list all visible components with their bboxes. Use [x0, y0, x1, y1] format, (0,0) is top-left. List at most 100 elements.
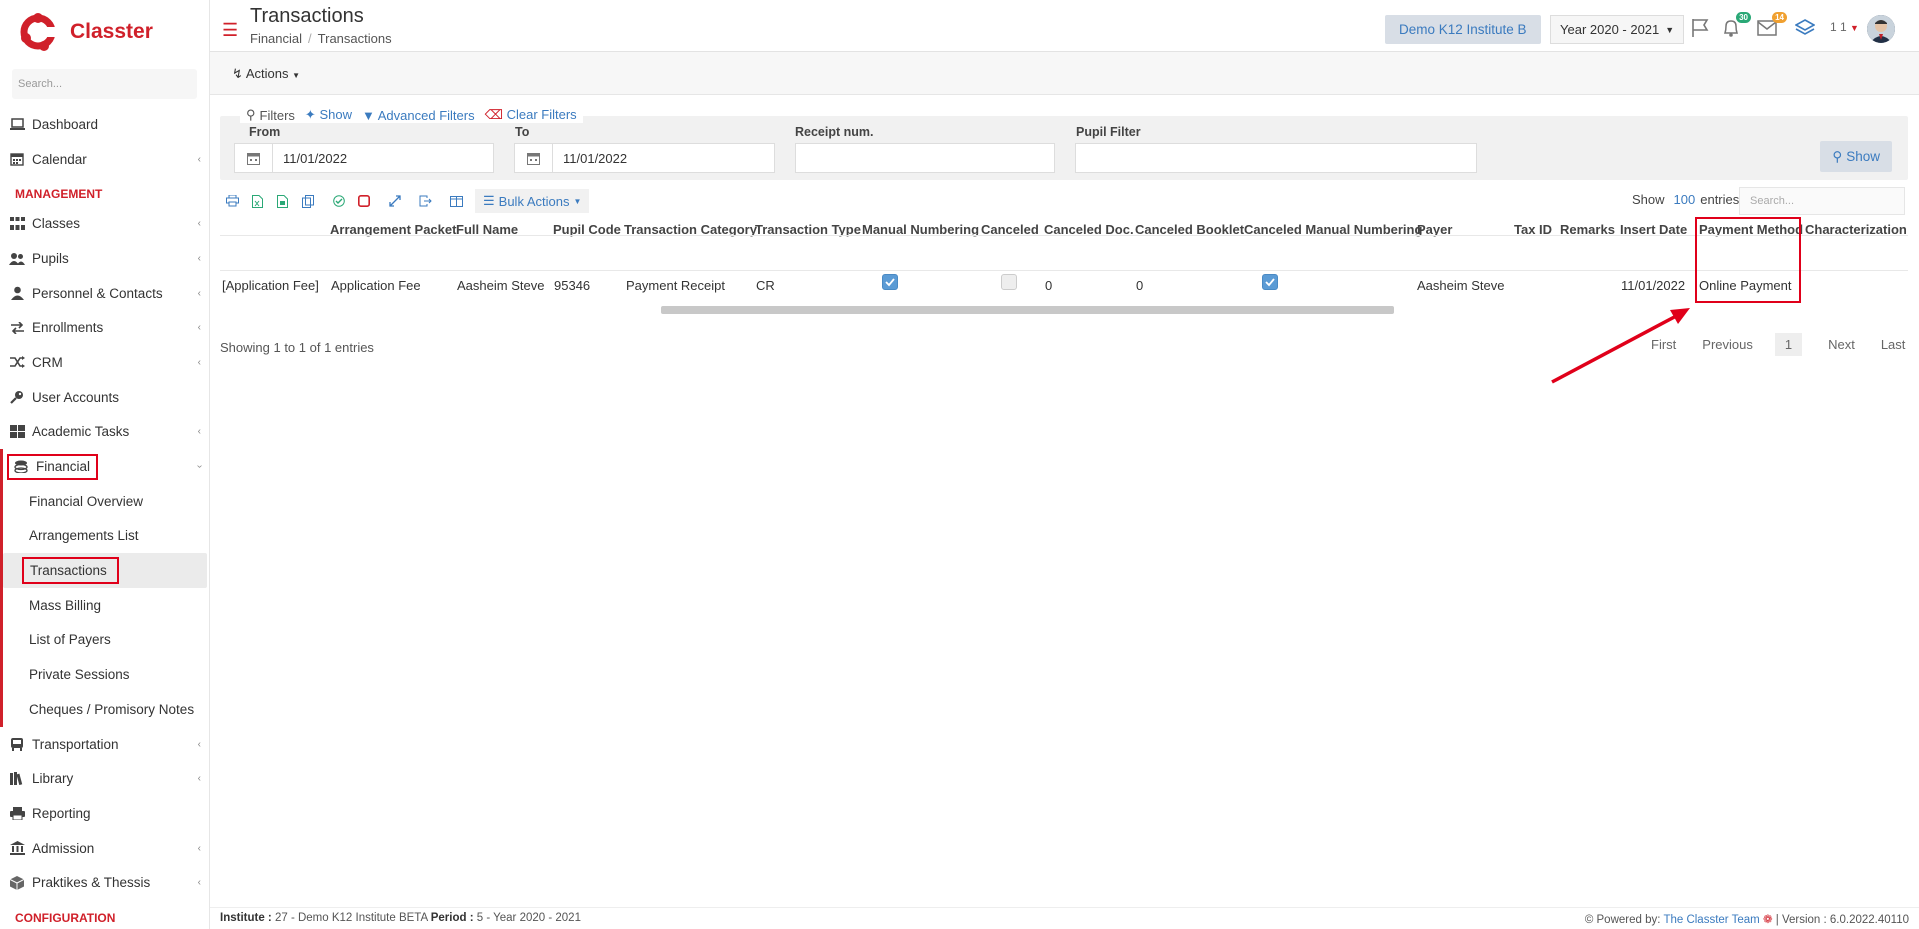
entries-label: entries — [1700, 192, 1740, 207]
chevron-left-icon: ‹ — [197, 842, 201, 854]
csv-icon[interactable] — [270, 190, 295, 212]
exchange-icon — [9, 320, 25, 336]
books-icon — [9, 771, 25, 787]
show-filters-link[interactable]: ✦ Show — [305, 107, 352, 123]
footer-period-label: Period : — [430, 912, 474, 924]
show-button[interactable]: ⚲ Show — [1820, 141, 1892, 172]
payment-method-highlight — [1695, 217, 1801, 303]
footer-institute-label: Institute : — [220, 912, 272, 924]
cell-insert-date: 11/01/2022 — [1621, 278, 1686, 293]
table-search-input[interactable]: Search... — [1739, 187, 1905, 215]
chevron-left-icon: ‹ — [197, 322, 201, 334]
receipt-label: Receipt num. — [795, 125, 874, 139]
brand[interactable]: Classter — [0, 0, 209, 64]
receipt-number-input[interactable] — [795, 143, 1055, 173]
calendar-icon[interactable] — [235, 144, 273, 172]
hamburger-menu-icon[interactable]: ☰ — [222, 20, 238, 41]
from-label: From — [249, 125, 281, 139]
uncheck-all-icon[interactable] — [351, 190, 376, 212]
footer: Institute : 27 - Demo K12 Institute BETA… — [210, 907, 1919, 929]
sidebar-item-reporting[interactable]: Reporting — [0, 796, 209, 831]
chevron-left-icon: ‹ — [197, 153, 201, 165]
sidebar-search-input[interactable]: Search... — [12, 69, 197, 99]
sidebar-item-praktikes[interactable]: Praktikes & Thessis ‹ — [0, 865, 209, 900]
print-icon[interactable] — [220, 190, 245, 212]
row-divider — [220, 270, 1908, 271]
bell-icon[interactable]: 30 — [1719, 12, 1751, 40]
sidebar-subitem-cheques[interactable]: Cheques / Promisory Notes — [3, 692, 209, 727]
footer-team-link[interactable]: The Classter Team — [1663, 914, 1759, 926]
sidebar-item-label: Admission — [32, 840, 95, 856]
breadcrumb-item[interactable]: Financial — [250, 31, 302, 46]
checkbox-manual-numbering[interactable] — [882, 274, 898, 290]
pagination-next[interactable]: Next — [1828, 337, 1855, 356]
chevron-left-icon: ‹ — [197, 773, 201, 785]
laptop-icon — [9, 116, 25, 132]
sidebar-subitem-mass-billing[interactable]: Mass Billing — [3, 588, 209, 623]
sidebar-item-label: Praktikes & Thessis — [32, 875, 151, 891]
sidebar-item-calendar[interactable]: Calendar ‹ — [0, 142, 209, 177]
sidebar-item-dashboard[interactable]: Dashboard — [0, 107, 209, 142]
sidebar-item-pupils[interactable]: Pupils ‹ — [0, 241, 209, 276]
sidebar-item-label: Reporting — [32, 805, 91, 821]
export-icon[interactable] — [413, 190, 438, 212]
sidebar-item-enrollments[interactable]: Enrollments ‹ — [0, 310, 209, 345]
search-icon: ⚲ — [246, 107, 256, 122]
excel-icon[interactable] — [245, 190, 270, 212]
year-selector[interactable]: Year 2020 - 2021 ▼ — [1550, 15, 1685, 44]
horizontal-scrollbar[interactable] — [661, 306, 1394, 314]
cell-pupil-code: 95346 — [554, 278, 591, 293]
sidebar-subitem-list-of-payers[interactable]: List of Payers — [3, 623, 209, 658]
chevron-left-icon: ‹ — [197, 287, 201, 299]
flag-icon[interactable] — [1688, 16, 1712, 40]
cell-full-name[interactable]: Aasheim Steve — [457, 278, 544, 293]
checkbox-canceled[interactable] — [1001, 274, 1017, 290]
pagination-previous[interactable]: Previous — [1702, 337, 1753, 356]
bulk-actions-button[interactable]: ☰ Bulk Actions ▼ — [475, 189, 590, 213]
copy-icon[interactable] — [295, 190, 320, 212]
check-all-icon[interactable] — [326, 190, 351, 212]
section-heading-configuration: CONFIGURATION — [15, 911, 116, 926]
chevron-left-icon: ‹ — [197, 877, 201, 889]
sidebar-item-classes[interactable]: Classes ‹ — [0, 206, 209, 241]
page-length-control: Show 100 entries — [1632, 192, 1739, 207]
user-menu-toggle[interactable]: 1 1 ▼ — [1830, 20, 1859, 34]
sidebar-item-crm[interactable]: CRM ‹ — [0, 345, 209, 380]
envelope-icon[interactable]: 14 — [1755, 12, 1787, 40]
clear-filters-link[interactable]: ⌫ Clear Filters — [485, 107, 577, 123]
section-heading-management: MANAGEMENT — [15, 187, 103, 202]
calendar-icon[interactable] — [515, 144, 553, 172]
sidebar-subitem-transactions[interactable]: Transactions — [3, 553, 207, 588]
checkbox-canceled-manual-numbering[interactable] — [1262, 274, 1278, 290]
institute-selector[interactable]: Demo K12 Institute B — [1385, 15, 1541, 44]
sidebar-item-label: Enrollments — [32, 320, 104, 336]
printer-icon — [9, 805, 25, 821]
cell-transaction-type: CR — [756, 278, 775, 293]
layers-icon[interactable] — [1793, 16, 1817, 40]
from-date-field[interactable]: 11/01/2022 — [234, 143, 494, 173]
sidebar-subitem-financial-overview[interactable]: Financial Overview — [3, 484, 209, 519]
sidebar-item-user-accounts[interactable]: User Accounts — [0, 380, 209, 415]
columns-icon[interactable] — [444, 190, 469, 212]
actions-dropdown-button[interactable]: ↯ Actions ▼ — [232, 66, 300, 82]
pagination-current[interactable]: 1 — [1774, 333, 1803, 356]
sidebar-subitem-private-sessions[interactable]: Private Sessions — [3, 657, 209, 692]
to-date-field[interactable]: 11/01/2022 — [514, 143, 775, 173]
chevron-left-icon: ‹ — [197, 738, 201, 750]
sidebar-item-transportation[interactable]: Transportation ‹ — [0, 727, 209, 762]
sidebar-subitem-arrangements-list[interactable]: Arrangements List — [3, 519, 209, 554]
sidebar-item-admission[interactable]: Admission ‹ — [0, 831, 209, 866]
advanced-filters-link[interactable]: ▼ Advanced Filters — [362, 108, 475, 123]
sidebar-item-personnel[interactable]: Personnel & Contacts ‹ — [0, 276, 209, 311]
sidebar-item-academic-tasks[interactable]: Academic Tasks ‹ — [0, 415, 209, 450]
sidebar-item-label: Pupils — [32, 250, 69, 266]
grid-icon — [9, 424, 25, 440]
avatar[interactable] — [1867, 15, 1895, 43]
sidebar-item-library[interactable]: Library ‹ — [0, 761, 209, 796]
sidebar-item-financial[interactable]: Financial ‹ — [3, 449, 209, 484]
expand-icon[interactable] — [382, 190, 407, 212]
pagination-first[interactable]: First — [1651, 337, 1676, 356]
pupil-filter-input[interactable] — [1075, 143, 1477, 173]
pagination-last[interactable]: Last — [1881, 337, 1906, 356]
entries-count-select[interactable]: 100 — [1674, 192, 1696, 207]
